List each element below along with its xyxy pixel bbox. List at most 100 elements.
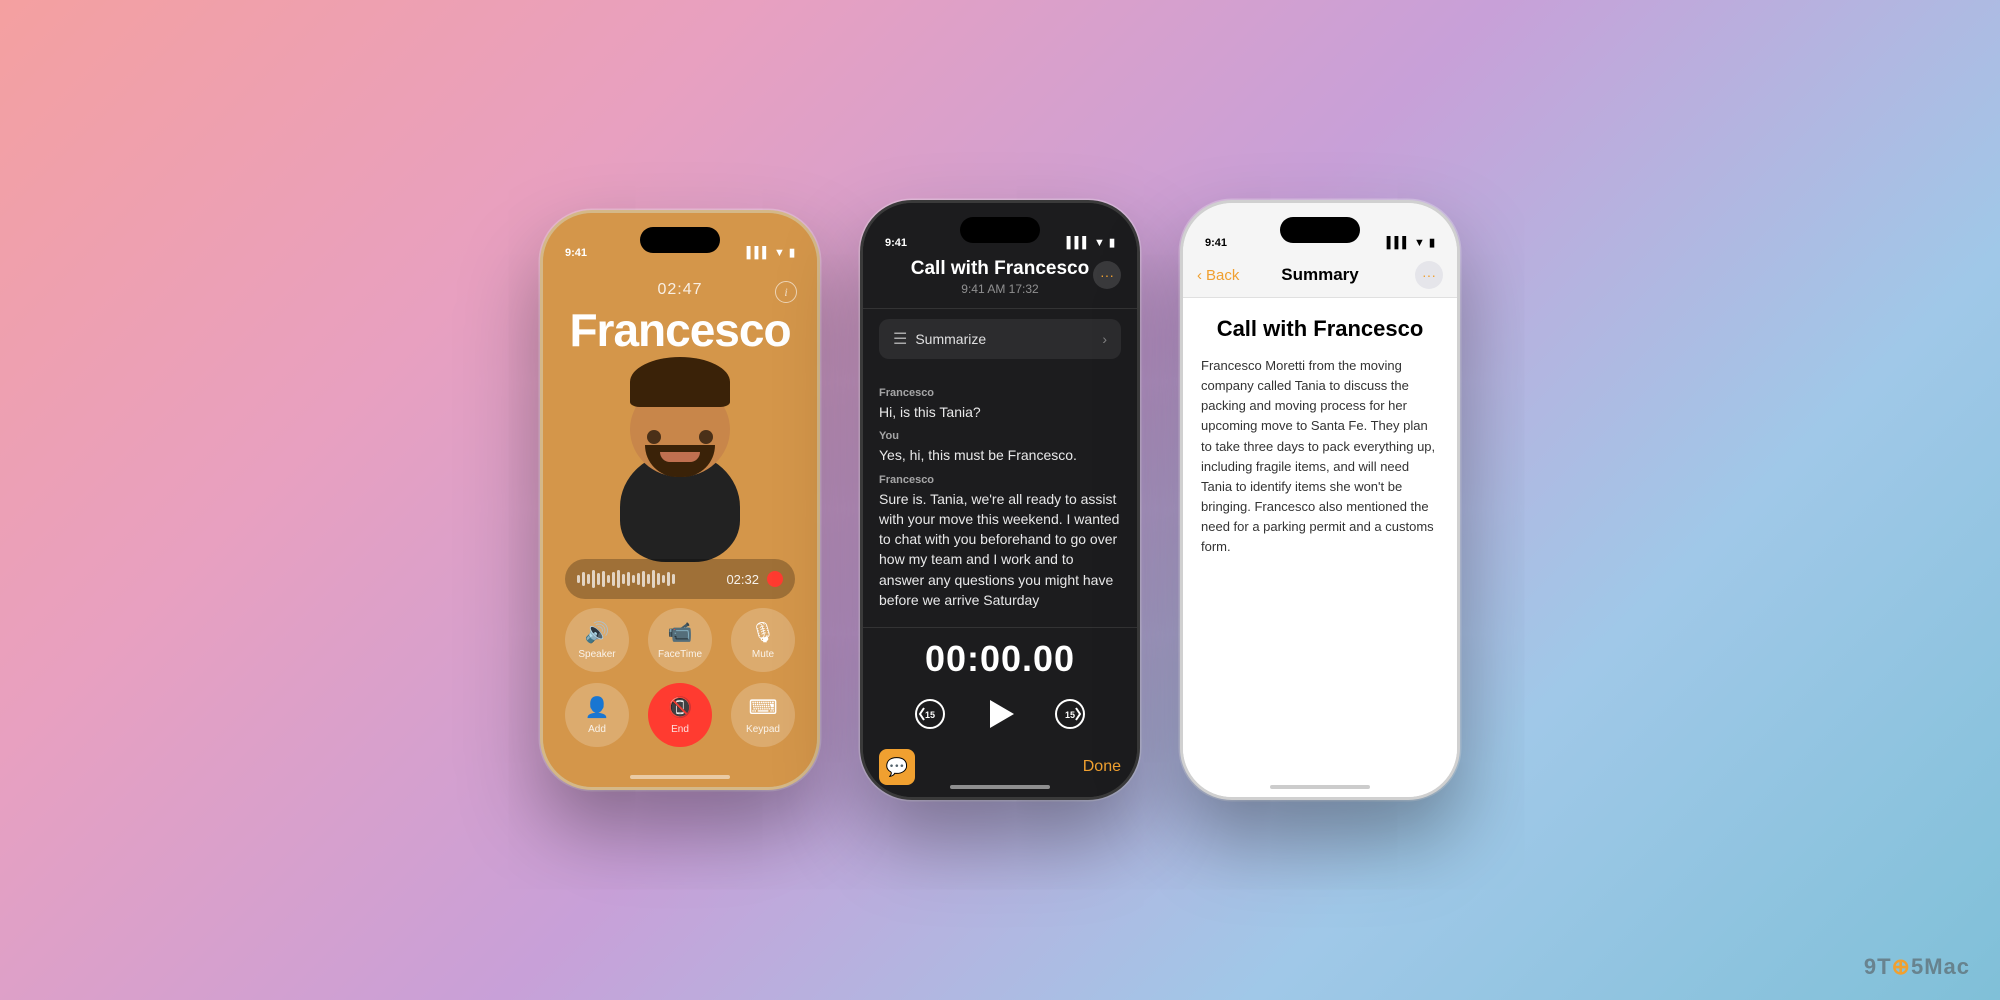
play-icon [982, 696, 1018, 732]
playback-controls: 15 15 [912, 692, 1088, 736]
transcript-line-3: Sure is. Tania, we're all ready to assis… [879, 489, 1121, 611]
waveform [577, 569, 718, 589]
add-button[interactable]: 👤 Add [565, 683, 629, 747]
call-timer: 02:47 [657, 281, 702, 299]
watermark: 9T⊕5Mac [1864, 954, 1970, 980]
status-icons-1: ▌▌▌ ▼ ▮ [747, 246, 795, 259]
speaker-icon: 🔊 [585, 620, 610, 645]
status-time-3: 9:41 [1205, 237, 1227, 249]
home-indicator-1 [630, 775, 730, 779]
add-label: Add [588, 724, 606, 735]
facetime-label: FaceTime [658, 649, 702, 660]
call-buttons-row2: 👤 Add 📵 End ⌨ Keypad [565, 683, 795, 747]
phone-1: 9:41 ▌▌▌ ▼ ▮ i 02:47 Francesco [540, 210, 820, 790]
phone-2-screen: 9:41 ▌▌▌ ▼ ▮ Call with Francesco 9:41 AM… [863, 203, 1137, 797]
options-button-2[interactable]: ··· [1093, 261, 1121, 289]
wifi-icon-2: ▼ [1094, 237, 1105, 249]
status-icons-2: ▌▌▌ ▼ ▮ [1067, 236, 1115, 249]
phone2-subtitle: 9:41 AM 17:32 [883, 282, 1117, 296]
speaker-3-label: Francesco [879, 474, 1121, 486]
signal-icon-3: ▌▌▌ [1387, 237, 1410, 249]
battery-icon-3: ▮ [1429, 236, 1435, 249]
keypad-button[interactable]: ⌨ Keypad [731, 683, 795, 747]
transcript-line-1: Hi, is this Tania? [879, 402, 1121, 422]
home-indicator-2 [950, 785, 1050, 789]
back-button[interactable]: ‹ Back [1197, 267, 1239, 284]
phone3-body: Call with Francesco Francesco Moretti fr… [1183, 297, 1457, 797]
phone-3-screen: 9:41 ▌▌▌ ▼ ▮ ‹ Back Summary ··· Call wit… [1183, 203, 1457, 797]
phone2-title: Call with Francesco [883, 258, 1117, 280]
battery-icon-2: ▮ [1109, 236, 1115, 249]
watermark-circle: ⊕ [1892, 954, 1911, 979]
done-button[interactable]: Done [1083, 758, 1121, 776]
signal-icon-1: ▌▌▌ [747, 247, 770, 259]
svg-text:15: 15 [925, 710, 935, 720]
memoji-eye-left [647, 430, 661, 444]
memoji-eye-right [699, 430, 713, 444]
end-icon: 📵 [668, 695, 693, 720]
wifi-icon-3: ▼ [1414, 237, 1425, 249]
dynamic-island-2 [960, 217, 1040, 243]
caller-name: Francesco [569, 303, 790, 357]
speaker-1-label: Francesco [879, 387, 1121, 399]
call-buttons-row1: 🔊 Speaker 📹 FaceTime 🎙 Mute [565, 608, 795, 672]
mute-button[interactable]: 🎙 Mute [731, 608, 795, 672]
phone-3: 9:41 ▌▌▌ ▼ ▮ ‹ Back Summary ··· Call wit… [1180, 200, 1460, 800]
skip-back-icon: 15 [914, 698, 946, 730]
skip-forward-button[interactable]: 15 [1052, 696, 1088, 732]
summarize-bar[interactable]: ☰ Summarize › [879, 319, 1121, 359]
transcript-area: Francesco Hi, is this Tania? You Yes, hi… [863, 369, 1137, 627]
end-label: End [671, 724, 689, 735]
home-indicator-3 [1270, 785, 1370, 789]
watermark-text-2: 5Mac [1911, 954, 1970, 979]
play-button[interactable] [978, 692, 1022, 736]
mute-label: Mute [752, 649, 774, 660]
nav-title: Summary [1281, 265, 1358, 285]
phone-2: 9:41 ▌▌▌ ▼ ▮ Call with Francesco 9:41 AM… [860, 200, 1140, 800]
record-dot [767, 571, 783, 587]
keypad-icon: ⌨ [749, 695, 778, 720]
recording-timer: 02:32 [726, 572, 759, 587]
status-icons-3: ▌▌▌ ▼ ▮ [1387, 236, 1435, 249]
transcript-line-2: Yes, hi, this must be Francesco. [879, 445, 1121, 465]
summary-text: Francesco Moretti from the moving compan… [1201, 356, 1439, 557]
playback-section: 00:00.00 15 15 [863, 627, 1137, 741]
summarize-chevron-icon: › [1102, 331, 1107, 347]
back-chevron-icon: ‹ [1197, 267, 1202, 284]
facetime-button[interactable]: 📹 FaceTime [648, 608, 712, 672]
speaker-label: Speaker [578, 649, 615, 660]
caller-avatar [595, 362, 765, 562]
mute-icon: 🎙 [750, 620, 775, 645]
svg-text:15: 15 [1065, 710, 1075, 720]
speaker-button[interactable]: 🔊 Speaker [565, 608, 629, 672]
dynamic-island-3 [1280, 217, 1360, 243]
speaker-2-label: You [879, 430, 1121, 442]
keypad-label: Keypad [746, 724, 780, 735]
facetime-icon: 📹 [668, 620, 693, 645]
skip-forward-icon: 15 [1054, 698, 1086, 730]
skip-back-button[interactable]: 15 [912, 696, 948, 732]
signal-icon-2: ▌▌▌ [1067, 237, 1090, 249]
add-icon: 👤 [585, 695, 610, 720]
memoji-mouth [660, 452, 700, 462]
phone-1-screen: 9:41 ▌▌▌ ▼ ▮ i 02:47 Francesco [543, 213, 817, 787]
recording-bar: 02:32 [565, 559, 795, 599]
summarize-label: Summarize [915, 331, 986, 347]
feedback-icon[interactable]: 💬 [879, 749, 915, 785]
playback-time: 00:00.00 [925, 638, 1075, 680]
status-time-2: 9:41 [885, 237, 907, 249]
info-icon[interactable]: i [775, 281, 797, 303]
summary-call-title: Call with Francesco [1201, 316, 1439, 342]
memoji-hair-top [630, 357, 730, 407]
summarize-icon: ☰ [893, 329, 907, 349]
dynamic-island-1 [640, 227, 720, 253]
summarize-left: ☰ Summarize [893, 329, 986, 349]
options-button-3[interactable]: ··· [1415, 261, 1443, 289]
back-label: Back [1206, 267, 1239, 284]
status-time-1: 9:41 [565, 247, 587, 259]
watermark-text: 9T [1864, 954, 1892, 979]
end-call-button[interactable]: 📵 End [648, 683, 712, 747]
battery-icon-1: ▮ [789, 246, 795, 259]
wifi-icon-1: ▼ [774, 247, 785, 259]
phone3-navbar: ‹ Back Summary ··· [1183, 253, 1457, 297]
